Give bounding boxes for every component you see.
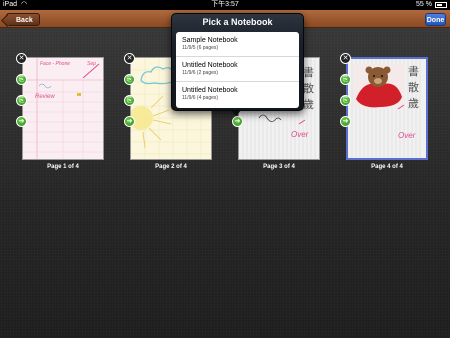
notebook-item-sample[interactable]: Sample Notebook 11/9/5 (6 pages) (176, 32, 299, 57)
page-caption-3: Page 3 of 4 (263, 164, 295, 170)
move-page-3-icon[interactable]: ➜ (232, 116, 243, 127)
page-3-handwriting-4: Over (291, 130, 309, 139)
notebook-meta: 11/9/6 (2 pages) (182, 70, 219, 76)
notebook-name: Untitled Notebook (182, 87, 238, 94)
notebook-meta: 11/9/6 (4 pages) (182, 95, 219, 101)
pick-notebook-popover: Pick a Notebook Sample Notebook 11/9/5 (… (171, 13, 304, 111)
page-caption-1: Page 1 of 4 (47, 164, 79, 170)
page-1-drawing (23, 58, 103, 159)
copy-page-1-icon[interactable]: ⎘ (16, 74, 27, 85)
page-3-handwriting-1: 書 (303, 67, 314, 79)
page-4-handwriting-3: 歲 (408, 98, 419, 110)
popover-title: Pick a Notebook (202, 17, 273, 27)
done-button[interactable]: Done (425, 13, 446, 26)
battery-percentage: 55 % (416, 1, 432, 8)
notebook-name: Sample Notebook (182, 37, 238, 44)
notebook-item-untitled-1[interactable]: Untitled Notebook 11/9/6 (2 pages) (176, 57, 299, 82)
notebook-item-untitled-2[interactable]: Untitled Notebook 11/9/6 (4 pages) (176, 82, 299, 107)
notebook-meta: 11/9/5 (6 pages) (182, 45, 219, 51)
duplicate-page-2-icon[interactable]: ⎘ (124, 95, 135, 106)
delete-page-2-icon[interactable]: ✕ (124, 53, 135, 64)
move-page-1-icon[interactable]: ➜ (16, 116, 27, 127)
delete-page-1-icon[interactable]: ✕ (16, 53, 27, 64)
delete-page-4-icon[interactable]: ✕ (340, 53, 351, 64)
page-thumbnail-4[interactable]: 書 散 歲 Over (346, 57, 428, 160)
page-caption-4: Page 4 of 4 (371, 164, 403, 170)
page-1-handwriting-2: Sep (87, 61, 96, 67)
move-page-4-icon[interactable]: ➜ (340, 116, 351, 127)
notebook-list: Sample Notebook 11/9/5 (6 pages) Untitle… (176, 32, 299, 108)
page-4-handwriting-4: Over (398, 131, 416, 140)
page-caption-2: Page 2 of 4 (155, 164, 187, 170)
copy-page-2-icon[interactable]: ⎘ (124, 74, 135, 85)
page-thumbnail-1[interactable]: Face - Phone Sep Review (22, 57, 104, 160)
page-3-handwriting-3: 歲 (303, 99, 314, 111)
notebook-name: Untitled Notebook (182, 62, 238, 69)
clock: 下午3:57 (211, 1, 239, 8)
back-button[interactable]: Back (6, 13, 40, 26)
page-4-handwriting-1: 書 (408, 66, 419, 78)
battery-icon (435, 2, 447, 8)
page-1-handwriting-1: Face - Phone (40, 61, 71, 67)
page-1-handwriting-3: Review (35, 94, 55, 100)
status-bar: iPad ◠ 下午3:57 55 % (0, 0, 450, 10)
move-page-2-icon[interactable]: ➜ (124, 116, 135, 127)
page-4-handwriting-2: 散 (408, 82, 419, 94)
duplicate-page-1-icon[interactable]: ⎘ (16, 95, 27, 106)
page-3-handwriting-2: 散 (303, 83, 314, 95)
back-button-label: Back (16, 17, 33, 24)
duplicate-page-4-icon[interactable]: ⎘ (340, 95, 351, 106)
copy-page-4-icon[interactable]: ⎘ (340, 74, 351, 85)
